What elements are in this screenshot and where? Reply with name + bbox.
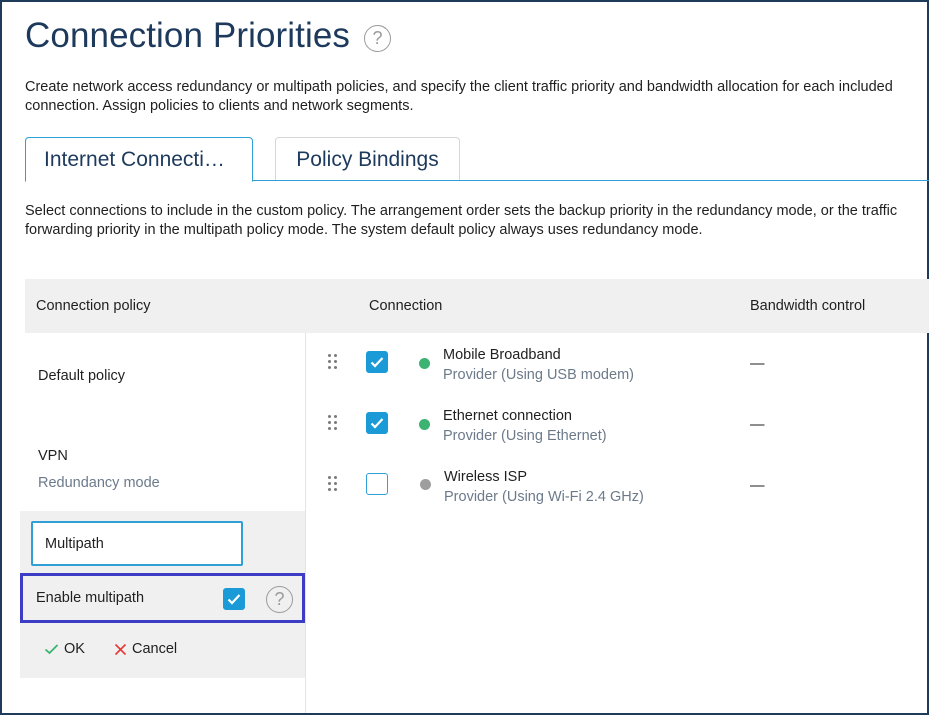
policy-item-vpn[interactable]: VPN	[38, 448, 68, 464]
column-header-connection: Connection	[369, 298, 443, 314]
connection-name: Ethernet connection	[443, 408, 572, 424]
check-icon	[44, 644, 59, 655]
cancel-button[interactable]: Cancel	[114, 641, 177, 657]
page-description: Create network access redundancy or mult…	[25, 79, 893, 114]
column-header-bandwidth: Bandwidth control	[750, 298, 866, 314]
tab-description: Select connections to include in the cus…	[25, 203, 898, 238]
check-icon	[370, 357, 384, 368]
connection-checkbox-wireless-isp[interactable]	[366, 473, 388, 495]
panel-divider	[305, 333, 306, 713]
drag-handle-icon[interactable]	[328, 354, 338, 371]
enable-multipath-help-icon[interactable]: ?	[266, 586, 293, 613]
bandwidth-value: —	[750, 356, 765, 372]
help-icon[interactable]: ?	[364, 25, 391, 52]
connection-checkbox-ethernet[interactable]	[366, 412, 388, 434]
bandwidth-value: —	[750, 478, 765, 494]
connection-name: Mobile Broadband	[443, 347, 561, 363]
connection-name: Wireless ISP	[444, 469, 527, 485]
connection-provider: Provider (Using Ethernet)	[443, 428, 607, 444]
bandwidth-value: —	[750, 417, 765, 433]
connection-provider: Provider (Using Wi-Fi 2.4 GHz)	[444, 489, 644, 505]
check-icon	[227, 594, 241, 605]
drag-handle-icon[interactable]	[328, 415, 338, 432]
connection-provider: Provider (Using USB modem)	[443, 367, 634, 383]
status-dot-icon	[419, 419, 430, 430]
enable-multipath-label: Enable multipath	[36, 590, 145, 606]
policy-mode-vpn: Redundancy mode	[38, 475, 160, 491]
status-dot-icon	[419, 358, 430, 369]
policy-item-default[interactable]: Default policy	[38, 368, 125, 384]
policy-name-input[interactable]	[31, 521, 243, 566]
status-dot-icon	[420, 479, 431, 490]
check-icon	[370, 418, 384, 429]
x-icon	[114, 643, 127, 655]
ok-button[interactable]: OK	[44, 641, 85, 657]
page-title: Connection Priorities	[25, 16, 351, 55]
connection-checkbox-mobile-broadband[interactable]	[366, 351, 388, 373]
tab-internet-connections[interactable]: Internet Connecti…	[25, 137, 253, 182]
ok-label: OK	[64, 641, 85, 657]
column-header-policy: Connection policy	[36, 298, 151, 314]
enable-multipath-checkbox[interactable]	[223, 588, 245, 610]
drag-handle-icon[interactable]	[328, 476, 338, 493]
tab-policy-bindings[interactable]: Policy Bindings	[275, 137, 460, 180]
cancel-label: Cancel	[132, 641, 178, 657]
